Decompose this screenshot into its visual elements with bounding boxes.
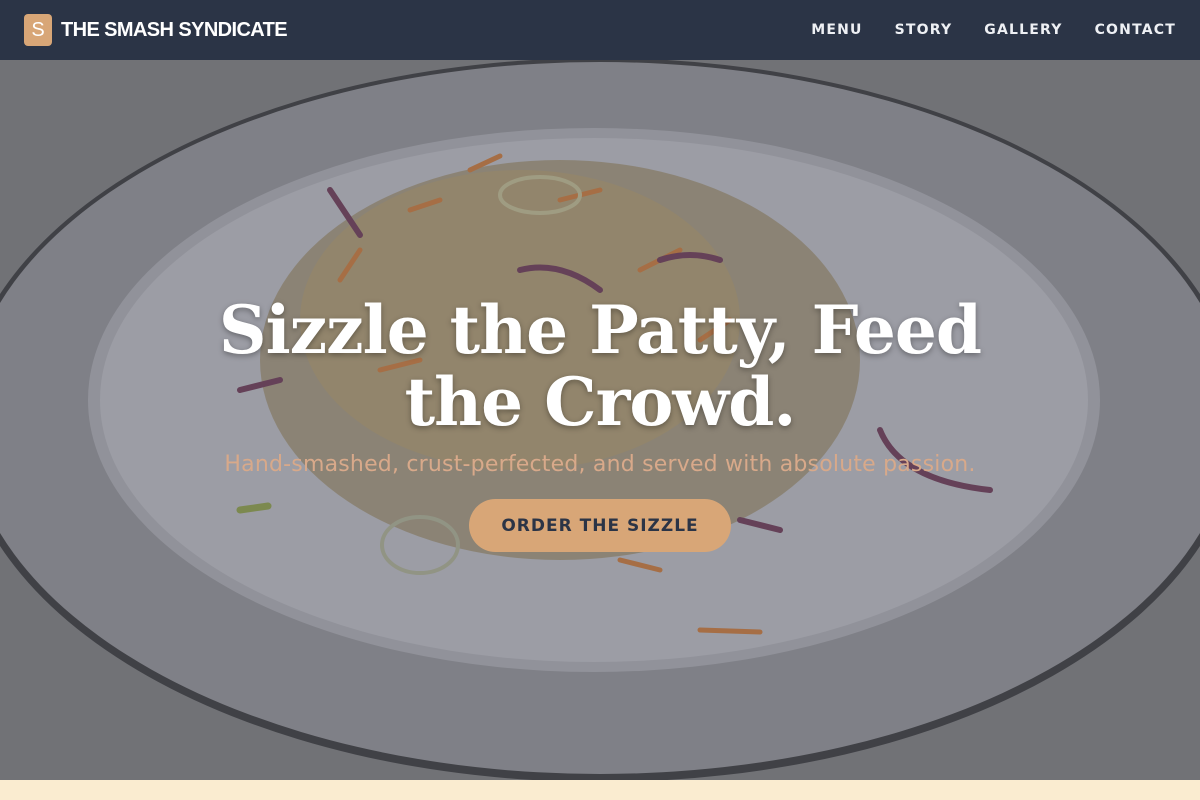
hero-title: Sizzle the Patty, Feed the Crowd. [218, 291, 982, 441]
nav-link-story[interactable]: STORY [895, 22, 953, 38]
brand[interactable]: S THE SMASH SYNDICATE [24, 14, 288, 46]
nav-links: MENU STORY GALLERY CONTACT [811, 21, 1176, 39]
hero-subtitle: Hand-smashed, crust-perfected, and serve… [224, 452, 976, 477]
hero-section: Sizzle the Patty, Feed the Crowd. Hand-s… [0, 60, 1200, 780]
nav-item-menu: MENU [811, 21, 862, 39]
nav-item-gallery: GALLERY [984, 21, 1062, 39]
nav-link-gallery[interactable]: GALLERY [984, 22, 1062, 38]
next-section-edge [0, 780, 1200, 800]
nav-item-contact: CONTACT [1095, 21, 1176, 39]
nav-link-menu[interactable]: MENU [811, 22, 862, 38]
nav-item-story: STORY [895, 21, 953, 39]
order-button[interactable]: ORDER THE SIZZLE [469, 499, 731, 552]
brand-logo: S [24, 14, 52, 46]
top-navbar: S THE SMASH SYNDICATE MENU STORY GALLERY… [0, 0, 1200, 60]
hero-content: Sizzle the Patty, Feed the Crowd. Hand-s… [0, 60, 1200, 780]
nav-link-contact[interactable]: CONTACT [1095, 22, 1176, 38]
brand-name: THE SMASH SYNDICATE [61, 18, 288, 41]
